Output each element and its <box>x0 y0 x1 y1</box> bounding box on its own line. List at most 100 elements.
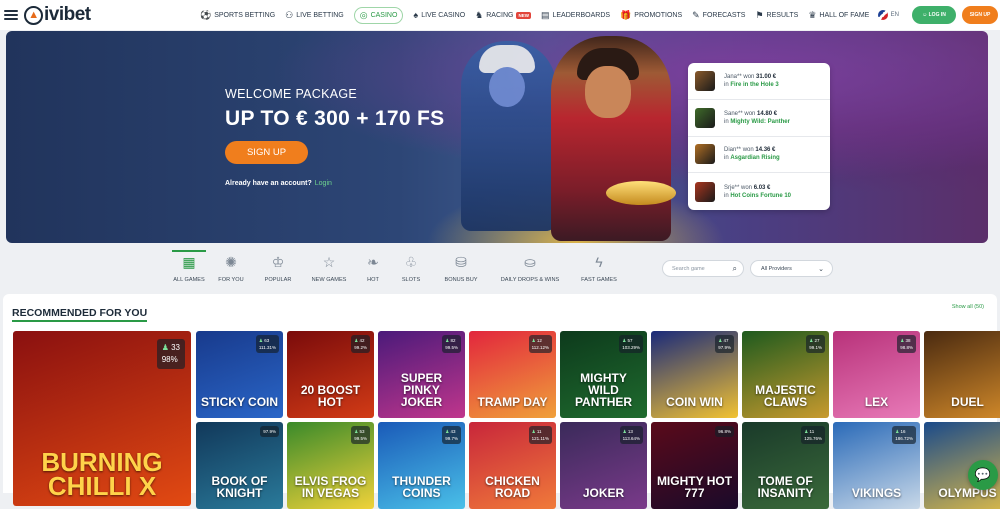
brand-name: ivibet <box>44 4 91 25</box>
game-tile[interactable]: ♟ 16 186.72% VIKINGS <box>833 422 920 509</box>
game-tile[interactable]: ♟ 38 98.8% LEX <box>833 331 920 418</box>
hero-signup-button[interactable]: SIGN UP <box>225 141 308 164</box>
category-label: BONUS BUY <box>444 277 478 283</box>
game-tile[interactable]: ♟ 63 111.31% STICKY COIN <box>196 331 283 418</box>
crown-icon: ♔ <box>271 254 285 270</box>
rtp-value: 99.5% <box>354 436 367 441</box>
sparkle-icon: ✺ <box>225 254 237 270</box>
chevron-down-icon: ⌄ <box>818 265 824 273</box>
winner-text: Srje** won 6.03 € in Hot Coins Fortune 10 <box>724 185 791 199</box>
winner-item[interactable]: Dian** won 14.36 € in Asgardian Rising <box>688 137 830 174</box>
nav-item-sports-betting[interactable]: ⚽ SPORTS BETTING <box>200 10 275 21</box>
nav-item-live-betting[interactable]: ⚇ LIVE BETTING <box>285 10 344 21</box>
won-word: won <box>744 110 756 117</box>
player-count: 27 <box>814 338 820 343</box>
game-title: OLYMPUS <box>938 486 997 500</box>
cherry-icon: ♧ <box>404 254 418 270</box>
brand-logo[interactable]: ▲ ivibet <box>24 4 91 26</box>
winner-game-line: in Hot Coins Fortune 10 <box>724 193 791 199</box>
game-tile[interactable]: ♟ 47 97.9% COIN WIN <box>651 331 738 418</box>
game-tile[interactable]: ♟ 12 112.12% TRAMP DAY <box>469 331 556 418</box>
nav-item-leaderboards[interactable]: ▤ LEADERBOARDS <box>541 10 610 21</box>
search-input[interactable] <box>672 265 733 272</box>
game-stats-badge: ♟ 13 113.64% <box>619 426 643 444</box>
search-icon[interactable]: ⌕ <box>733 264 737 274</box>
players-icon: ♟ <box>895 429 900 434</box>
card-icon: ♠ <box>413 10 419 20</box>
game-tile[interactable]: ♟ 43 99.7% THUNDER COINS <box>378 422 465 509</box>
game-tile[interactable]: 97.9% BOOK OF KNIGHT <box>196 422 283 509</box>
category-tab-for-you[interactable]: ✺ FOR YOU <box>208 253 254 289</box>
players-icon: ♟ <box>622 429 627 434</box>
game-tile[interactable]: 96.8% MIGHTY HOT 777 <box>651 422 738 509</box>
category-tab-popular[interactable]: ♔ POPULAR <box>254 253 302 289</box>
game-tile[interactable]: ♟ 27 99.1% MAJESTIC CLAWS <box>742 331 829 418</box>
hero-login-prompt: Already have an account? Login <box>225 180 332 187</box>
player-count: 12 <box>536 338 542 343</box>
nav-item-label: LIVE BETTING <box>296 11 344 19</box>
gift-icon: 🎁 <box>620 9 632 20</box>
nav-item-results[interactable]: ⚑ RESULTS <box>755 10 798 21</box>
game-tile[interactable]: ♟ 11 121.11% CHICKEN ROAD <box>469 422 556 509</box>
nav-item-racing[interactable]: ♞ RACING NEW <box>475 10 531 21</box>
category-tab-daily-drops-wins[interactable]: ⛀ DAILY DROPS & WINS <box>490 253 570 289</box>
nav-item-label: LEADERBOARDS <box>552 11 611 19</box>
providers-dropdown[interactable]: All Providers ⌄ <box>750 260 833 277</box>
game-title: MAJESTIC CLAWS <box>755 383 816 409</box>
category-tab-all-games[interactable]: ▦ ALL GAMES <box>170 250 208 289</box>
winner-game-name[interactable]: Mighty Wild: Panther <box>730 119 790 125</box>
game-tile[interactable]: ♟ 42 99.2% 20 BOOST HOT <box>287 331 374 418</box>
chat-bubble-icon: 💬 <box>974 467 992 482</box>
account-actions: EN ☺ LOG IN SIGN UP <box>877 0 1000 30</box>
game-tile[interactable]: ♟ 33 98% BURNING CHILLI X <box>13 331 191 506</box>
nav-item-live-casino[interactable]: ♠ LIVE CASINO <box>413 10 465 20</box>
game-title: COIN WIN <box>666 395 723 409</box>
rtp-value: 186.72% <box>895 436 913 441</box>
nav-item-label: PROMOTIONS <box>634 11 683 19</box>
nav-item-promotions[interactable]: 🎁 PROMOTIONS <box>620 10 682 21</box>
game-title: CHICKEN ROAD <box>485 474 540 500</box>
game-title: SUPER PINKY JOKER <box>400 371 443 409</box>
live-chat-button[interactable]: 💬 <box>968 460 998 490</box>
login-button[interactable]: ☺ LOG IN <box>912 6 956 24</box>
winner-game-name[interactable]: Fire in the Hole 3 <box>730 82 778 88</box>
show-all-link[interactable]: Show all (50) <box>952 304 984 310</box>
signup-button[interactable]: SIGN UP <box>962 6 998 24</box>
nav-item-label: CASINO <box>370 11 398 19</box>
winner-item[interactable]: Jana** won 31.00 € in Fire in the Hole 3 <box>688 63 830 100</box>
category-label: NEW GAMES <box>311 277 347 283</box>
logo-mark-icon: ▲ <box>24 5 43 25</box>
player-count: 43 <box>450 429 456 434</box>
game-tile[interactable]: DUEL <box>924 331 1000 418</box>
bag-icon: ⛁ <box>455 254 467 270</box>
category-tab-slots[interactable]: ♧ SLOTS <box>390 253 432 289</box>
trophy-icon: ♛ <box>808 9 817 20</box>
winner-line: Jana** won 31.00 € <box>724 74 779 80</box>
game-tile[interactable]: ♟ 82 99.5% SUPER PINKY JOKER <box>378 331 465 418</box>
winner-text: Dian** won 14.36 € in Asgardian Rising <box>724 147 780 161</box>
nav-item-label: RESULTS <box>766 11 799 19</box>
players-icon: ♟ <box>622 338 627 343</box>
winner-item[interactable]: Sane** won 14.80 € in Mighty Wild: Panthe… <box>688 100 830 137</box>
menu-icon[interactable] <box>4 10 18 20</box>
game-tile[interactable]: ♟ 13 113.64% JOKER <box>560 422 647 509</box>
winner-item[interactable]: Srje** won 6.03 € in Hot Coins Fortune 10 <box>688 173 830 210</box>
in-word: in <box>724 118 729 125</box>
category-tab-bonus-buy[interactable]: ⛁ BONUS BUY <box>432 253 490 289</box>
category-tab-fast-games[interactable]: ϟ FAST GAMES <box>570 253 628 289</box>
language-selector[interactable]: EN <box>891 12 899 18</box>
nav-item-forecasts[interactable]: ✎ FORECASTS <box>692 10 745 21</box>
game-tile[interactable]: ♟ 57 103.29% MIGHTY WILD PANTHER <box>560 331 647 418</box>
search-box: ⌕ <box>662 260 744 277</box>
nav-item-hall-of-fame[interactable]: ♛ HALL OF FAME <box>808 10 869 21</box>
game-tile[interactable]: ♟ 11 125.76% TOME OF INSANITY <box>742 422 829 509</box>
nav-item-casino[interactable]: ◎ CASINO <box>353 6 404 24</box>
game-tile[interactable]: ♟ 53 99.5% ELVIS FROG IN VEGAS <box>287 422 374 509</box>
winner-game-name[interactable]: Asgardian Rising <box>730 155 779 161</box>
category-tab-new-games[interactable]: ☆ NEW GAMES <box>302 253 356 289</box>
rtp-value: 98.8% <box>900 345 913 350</box>
hero-login-link[interactable]: Login <box>315 180 332 187</box>
category-tab-hot[interactable]: ❧ HOT <box>356 253 390 289</box>
winner-game-name[interactable]: Hot Coins Fortune 10 <box>730 193 791 199</box>
uk-flag-icon[interactable] <box>877 10 888 20</box>
